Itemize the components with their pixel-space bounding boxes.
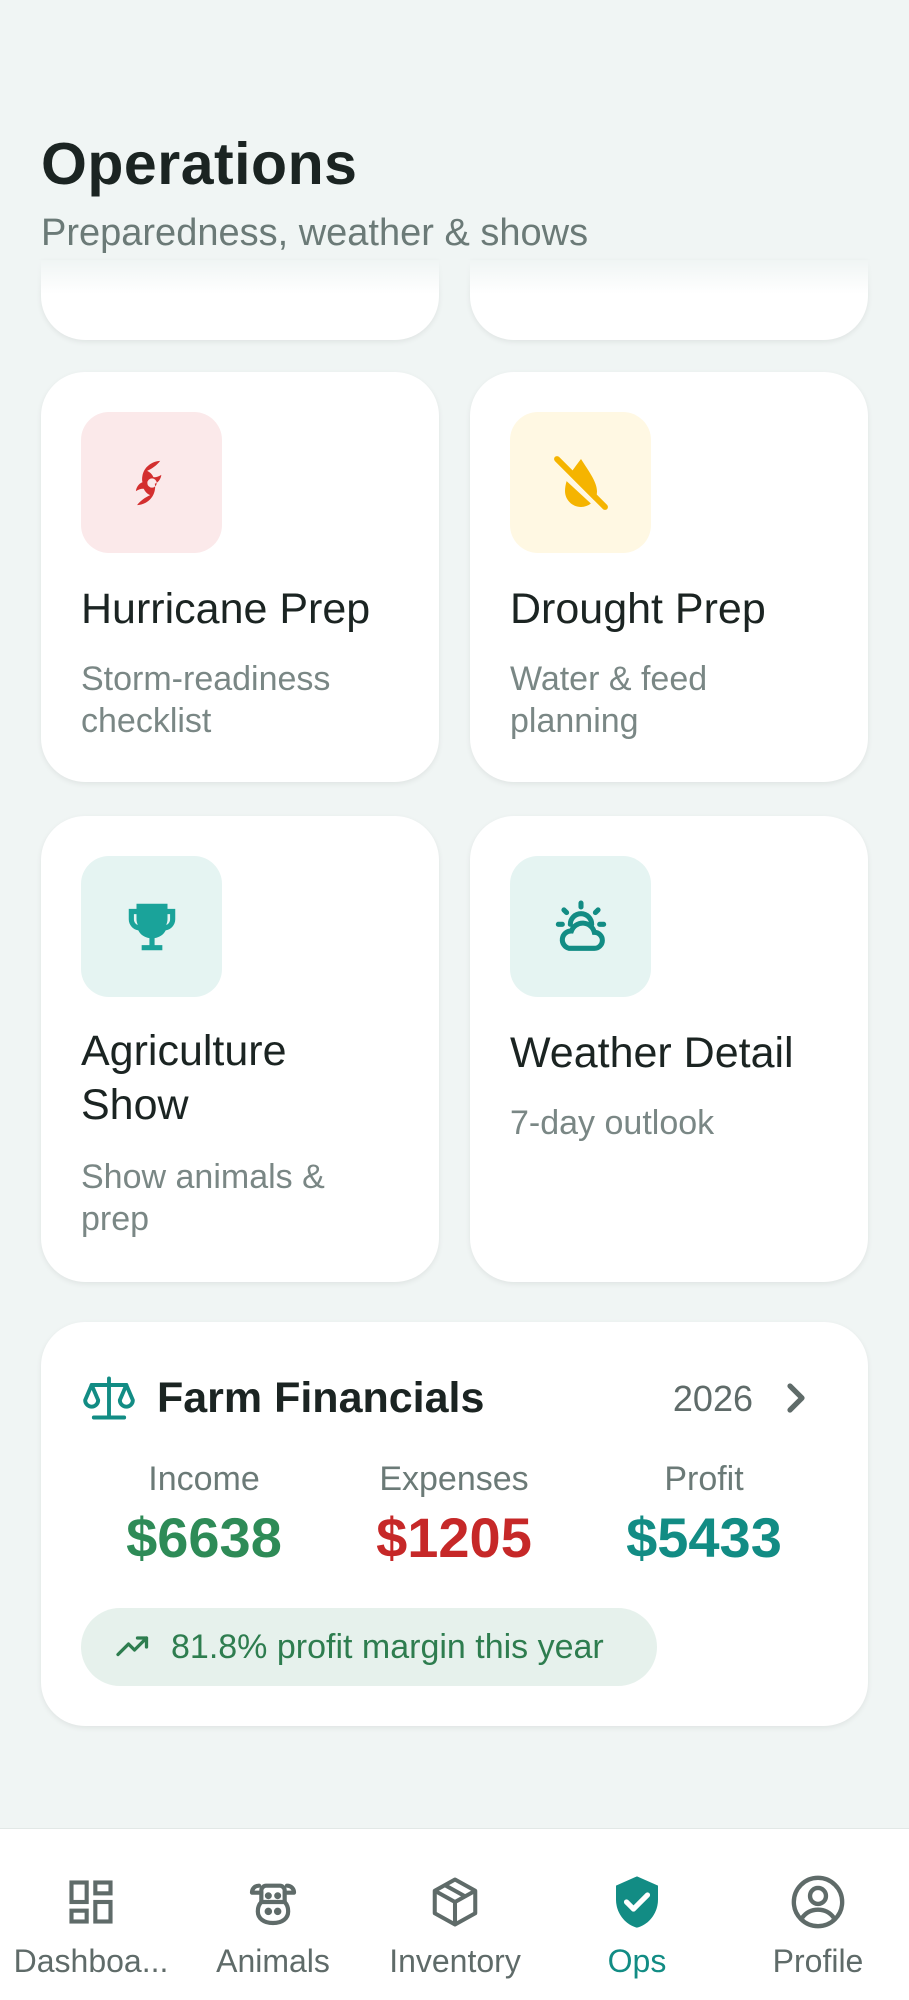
profit-margin-badge: 81.8% profit margin this year (81, 1608, 657, 1686)
tile-subtitle: Show animals & prep (81, 1158, 325, 1238)
account-circle-icon (791, 1875, 845, 1929)
profit-column: Profit $5433 (584, 1460, 824, 1570)
scale-icon (83, 1376, 135, 1420)
profit-label: Profit (664, 1460, 744, 1498)
shield-check-icon (616, 1876, 658, 1928)
hurricane-icon (135, 460, 161, 505)
financials-title: Farm Financials (157, 1374, 485, 1422)
tile-title: Hurricane Prep (81, 585, 371, 633)
trophy-icon-badge (81, 856, 222, 997)
tile-subtitle: Water & feed planning (510, 660, 708, 740)
nav-label: Inventory (389, 1943, 521, 1979)
drought-prep-card[interactable]: Drought Prep Water & feed planning (470, 372, 868, 782)
expenses-label: Expenses (379, 1460, 529, 1498)
farm-financials-card[interactable]: Farm Financials 2026 Income $6638 Expens… (41, 1322, 868, 1726)
income-value: $6638 (126, 1506, 282, 1569)
tile-subtitle: 7-day outlook (510, 1104, 715, 1142)
income-label: Income (148, 1460, 260, 1498)
tile-title: Agriculture Show (81, 1027, 287, 1129)
expenses-value: $1205 (376, 1506, 532, 1569)
tile-subtitle: Storm-readiness checklist (81, 660, 331, 740)
agriculture-show-card[interactable]: Agriculture Show Show animals & prep (41, 816, 439, 1282)
trophy-icon (128, 903, 175, 950)
expenses-column: Expenses $1205 (334, 1460, 574, 1570)
financials-year: 2026 (672, 1378, 753, 1419)
dashboard-icon (69, 1880, 113, 1924)
nav-item-animals[interactable]: Animals (182, 1829, 364, 2000)
profit-margin-text: 81.8% profit margin this year (171, 1627, 604, 1666)
weather-detail-card[interactable]: Weather Detail 7-day outlook (470, 816, 868, 1282)
hurricane-icon-badge (81, 412, 222, 553)
drought-icon-badge (510, 412, 651, 553)
nav-label: Profile (772, 1943, 864, 1979)
profit-value: $5433 (626, 1506, 782, 1569)
page-title: Operations (41, 131, 358, 197)
tile-title: Drought Prep (510, 585, 766, 633)
bottom-nav: Dashboa... Animals Inventory Ops Profile (0, 1828, 909, 2000)
cow-icon (249, 1883, 297, 1926)
income-column: Income $6638 (84, 1460, 324, 1570)
trending-up-icon (116, 1636, 149, 1657)
no-water-drop-icon (553, 455, 608, 510)
box-icon (432, 1877, 478, 1927)
nav-label: Dashboa... (13, 1943, 169, 1979)
partly-cloudy-icon (555, 899, 606, 951)
page-subtitle: Preparedness, weather & shows (41, 212, 589, 254)
page-header: Operations Preparedness, weather & shows (41, 130, 588, 255)
chevron-right-icon[interactable] (780, 1374, 812, 1422)
scroll-edge (0, 260, 909, 294)
nav-item-profile[interactable]: Profile (727, 1829, 909, 2000)
nav-label: Animals (216, 1943, 330, 1979)
weather-icon-badge (510, 856, 651, 997)
hurricane-prep-card[interactable]: Hurricane Prep Storm-readiness checklist (41, 372, 439, 782)
nav-item-ops[interactable]: Ops (546, 1829, 728, 2000)
nav-item-inventory[interactable]: Inventory (364, 1829, 546, 2000)
nav-label: Ops (607, 1943, 667, 1979)
nav-item-dashboard[interactable]: Dashboa... (0, 1829, 182, 2000)
tile-title: Weather Detail (510, 1029, 794, 1077)
